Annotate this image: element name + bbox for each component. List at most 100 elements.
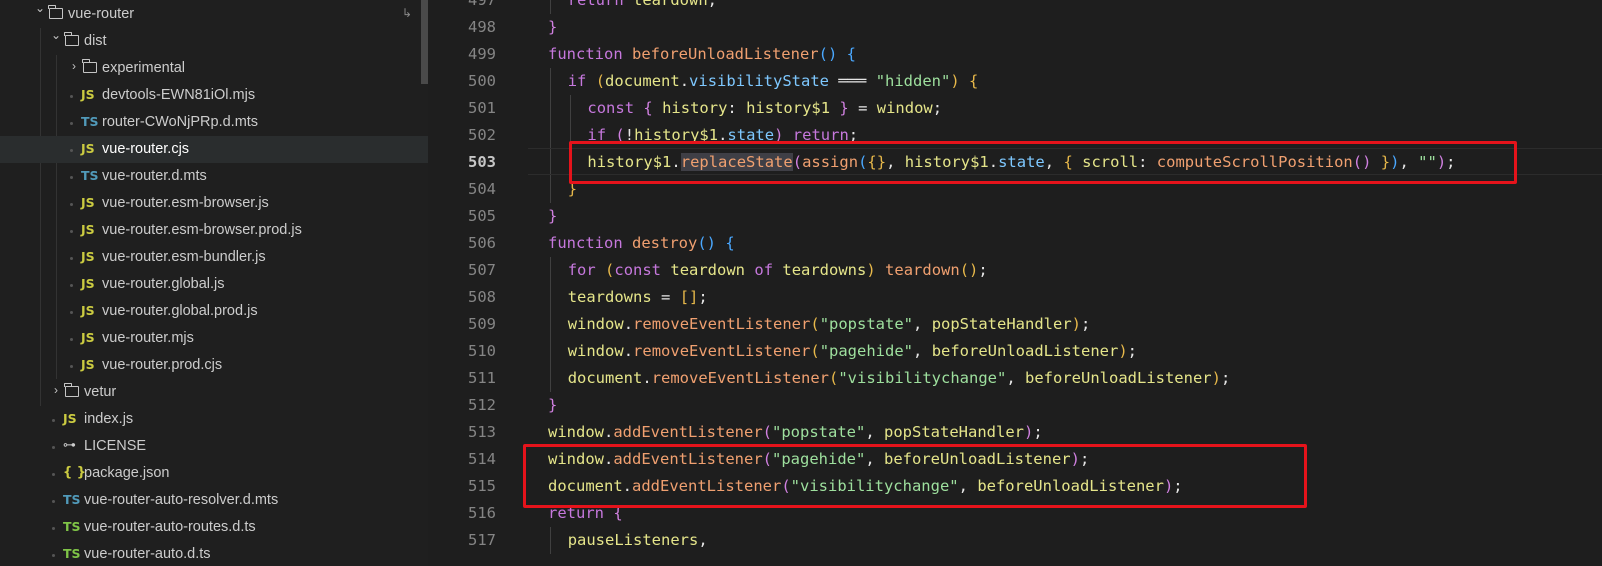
code-token: , — [913, 342, 932, 360]
code-line[interactable]: 498} — [428, 14, 1602, 41]
tree-file-vue-router-auto.d.ts[interactable]: TS vue-router-auto.d.ts — [0, 541, 428, 566]
tree-file-index.js[interactable]: JS index.js — [0, 406, 428, 433]
line-number: 504 — [468, 180, 496, 198]
js-file-icon: JS — [81, 357, 95, 372]
tree-file-devtools-EWN81iOl.mjs[interactable]: JS devtools-EWN81iOl.mjs — [0, 82, 428, 109]
line-number: 509 — [468, 315, 496, 333]
js-file-icon: JS — [81, 276, 95, 291]
code-token: teardowns — [567, 288, 652, 306]
tree-file-vue-router-auto-resolver.d.mts[interactable]: TS vue-router-auto-resolver.d.mts — [0, 487, 428, 514]
tree-file-LICENSE[interactable]: ⊶ LICENSE — [0, 433, 428, 460]
chevron-down-icon[interactable]: ⌄ — [33, 1, 47, 15]
code-line[interactable]: 511 document.removeEventListener("visibil… — [428, 365, 1602, 392]
tree-file-vue-router.esm-browser.js[interactable]: JS vue-router.esm-browser.js — [0, 190, 428, 217]
indent-dot — [52, 500, 55, 503]
code-token: () — [959, 261, 979, 279]
tree-item-label: vue-router.global.prod.js — [102, 303, 258, 319]
code-line[interactable]: 500 if (document.visibilityState ═══ "hid… — [428, 68, 1602, 95]
tsg-file-icon: TS — [63, 519, 81, 534]
tree-item-label: index.js — [84, 411, 134, 427]
code-token: , — [698, 531, 708, 549]
tree-folder-dist[interactable]: ⌄ dist — [0, 28, 428, 55]
tree-folder-vetur[interactable]: › vetur — [0, 379, 428, 406]
code-token: "hidden" — [875, 72, 951, 90]
tree-item-label: package.json — [84, 465, 170, 481]
code-line[interactable]: 508 teardowns = []; — [428, 284, 1602, 311]
code-line[interactable]: 499 function beforeUnloadListener() { — [428, 41, 1602, 68]
line-number: 501 — [468, 99, 496, 117]
code-token: ) — [1071, 315, 1082, 333]
code-line[interactable]: 512} — [428, 392, 1602, 419]
code-line[interactable]: 510 window.removeEventListener("pagehide"… — [428, 338, 1602, 365]
tree-file-vue-router.esm-browser.prod.js[interactable]: JS vue-router.esm-browser.prod.js — [0, 217, 428, 244]
code-token: teardown — [633, 0, 708, 9]
code-text: } — [548, 392, 557, 419]
code-token: "popstate" — [819, 315, 914, 333]
ts-file-icon: TS — [63, 492, 81, 507]
tsg-file-icon: TS — [63, 546, 81, 561]
js-file-icon: JS — [81, 222, 95, 237]
js-file-icon: JS — [81, 249, 95, 264]
code-text: window.removeEventListener("pagehide", b… — [568, 338, 1137, 365]
code-token: ) — [1023, 423, 1034, 441]
code-token: . — [623, 342, 634, 360]
code-line[interactable]: 497 return teardown; — [428, 0, 1602, 14]
tree-file-package.json[interactable]: { } package.json — [0, 460, 428, 487]
chevron-down-icon[interactable]: ⌄ — [49, 28, 63, 42]
tree-file-vue-router.global.prod.js[interactable]: JS vue-router.global.prod.js — [0, 298, 428, 325]
code-text: } — [548, 203, 557, 230]
indent-guide — [550, 0, 551, 14]
tree-folder-experimental[interactable]: › experimental — [0, 55, 428, 82]
code-line[interactable]: 506 function destroy() { — [428, 230, 1602, 257]
code-token: = — [848, 99, 877, 117]
code-text: } — [548, 14, 557, 41]
tree-file-vue-router.prod.cjs[interactable]: JS vue-router.prod.cjs — [0, 352, 428, 379]
folder-open-icon — [48, 5, 63, 19]
tree-folder-vue-router[interactable]: ⌄ vue-router ↳ — [0, 1, 428, 28]
tree-item-label: dist — [84, 33, 107, 49]
code-token: ; — [978, 261, 988, 279]
tree-file-vue-router-auto-routes.d.ts[interactable]: TS vue-router-auto-routes.d.ts — [0, 514, 428, 541]
tree-file-vue-router.cjs[interactable]: JS vue-router.cjs — [0, 136, 428, 163]
indent-dot — [52, 527, 55, 530]
code-token: () — [697, 234, 716, 252]
code-token: window — [567, 342, 624, 360]
tree-file-router-CWoNjPRp.d.mts[interactable]: TS router-CWoNjPRp.d.mts — [0, 109, 428, 136]
indent-guide — [550, 284, 551, 311]
code-token: function — [548, 45, 632, 63]
tree-file-vue-router.global.js[interactable]: JS vue-router.global.js — [0, 271, 428, 298]
tree-file-vue-router.esm-bundler.js[interactable]: JS vue-router.esm-bundler.js — [0, 244, 428, 271]
code-line[interactable]: 501 const { history: history$1 } = window… — [428, 95, 1602, 122]
code-token: window — [876, 99, 933, 117]
chevron-right-icon[interactable]: › — [67, 59, 81, 73]
code-text: pauseListeners, — [568, 527, 708, 554]
code-line[interactable]: 509 window.removeEventListener("popstate"… — [428, 311, 1602, 338]
code-editor[interactable]: 517 pauseListeners, 516 return {515 document… — [428, 0, 1602, 566]
code-token: . — [679, 72, 690, 90]
code-token: ; — [707, 0, 718, 9]
indent-guide — [550, 527, 551, 554]
tree-item-label: vue-router.cjs — [102, 141, 190, 157]
tree-file-vue-router.d.mts[interactable]: TS vue-router.d.mts — [0, 163, 428, 190]
tree-item-label: experimental — [102, 60, 186, 76]
indent-dot — [70, 176, 73, 179]
code-line[interactable]: 517 pauseListeners, — [428, 527, 1602, 554]
code-token: } — [839, 99, 849, 117]
folder-icon — [82, 59, 97, 73]
chevron-right-icon[interactable]: › — [49, 383, 63, 397]
row-action-icon[interactable]: ↳ — [402, 6, 412, 20]
code-line[interactable]: 513 window.addEventListener("popstate", p… — [428, 419, 1602, 446]
code-token: document — [605, 72, 680, 90]
code-token: = — [651, 288, 680, 306]
indent-guide — [550, 257, 551, 284]
code-line[interactable]: 507 for (const teardown of teardowns) tea… — [428, 257, 1602, 284]
tree-file-vue-router.mjs[interactable]: JS vue-router.mjs — [0, 325, 428, 352]
indent-guide — [569, 95, 571, 122]
code-token: { — [969, 72, 979, 90]
code-token: function — [548, 234, 632, 252]
code-token: beforeUnloadListener — [632, 45, 819, 63]
code-token: ; — [932, 99, 943, 117]
indent-dot — [70, 257, 73, 260]
highlight-box-replace-state — [569, 141, 1517, 184]
code-line[interactable]: 505} — [428, 203, 1602, 230]
